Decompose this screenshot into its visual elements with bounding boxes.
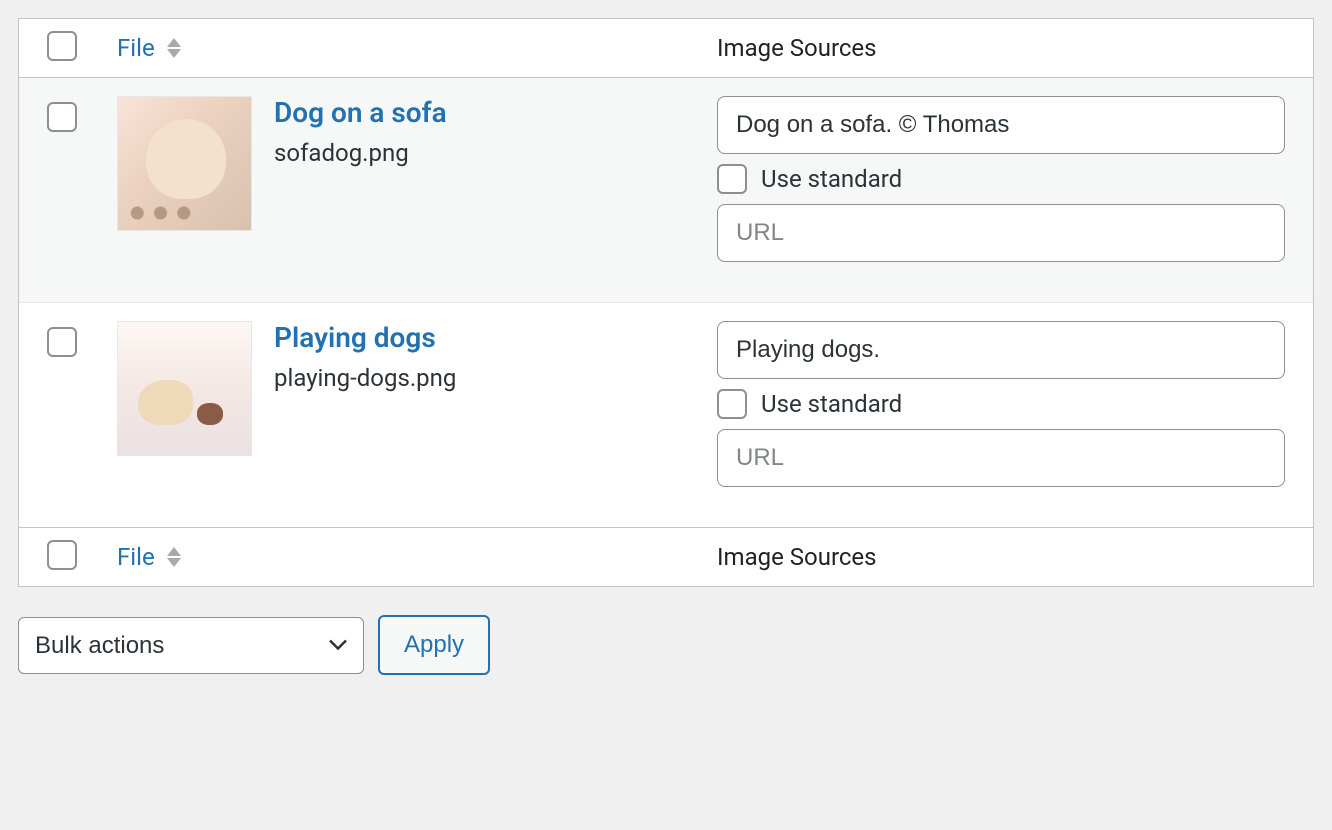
row-file-cell: Dog on a sofa sofadog.png [117, 96, 717, 231]
row-checkbox-cell [47, 321, 117, 361]
bulk-action-select-wrap: Bulk actions [18, 617, 364, 674]
table-body: Dog on a sofa sofadog.png Use standard [19, 78, 1313, 527]
select-all-checkbox[interactable] [47, 31, 77, 61]
source-text-input[interactable] [717, 321, 1285, 379]
media-sources-table: File Image Sources Dog on a sofa sofadog… [18, 18, 1314, 587]
file-column-label: File [117, 34, 155, 62]
file-info: Dog on a sofa sofadog.png [274, 96, 447, 167]
use-standard-row: Use standard [717, 389, 1285, 419]
table-row: Dog on a sofa sofadog.png Use standard [19, 78, 1313, 303]
media-filename: sofadog.png [274, 139, 447, 167]
apply-button[interactable]: Apply [378, 615, 490, 675]
table-footer-row: File Image Sources [19, 527, 1313, 586]
sort-icon [167, 547, 181, 567]
table-header-row: File Image Sources [19, 19, 1313, 78]
media-title-link[interactable]: Dog on a sofa [274, 96, 447, 129]
sources-column-header: Image Sources [717, 34, 1285, 62]
source-url-input[interactable] [717, 204, 1285, 262]
row-sources-cell: Use standard [717, 96, 1285, 262]
file-column-header[interactable]: File [117, 34, 717, 62]
use-standard-label: Use standard [761, 165, 902, 193]
source-url-input[interactable] [717, 429, 1285, 487]
file-info: Playing dogs playing-dogs.png [274, 321, 456, 392]
select-all-checkbox-footer[interactable] [47, 540, 77, 570]
bulk-actions-bar: Bulk actions Apply [18, 615, 1314, 675]
media-thumbnail[interactable] [117, 321, 252, 456]
table-row: Playing dogs playing-dogs.png Use standa… [19, 303, 1313, 527]
sources-column-footer: Image Sources [717, 543, 1285, 571]
row-sources-cell: Use standard [717, 321, 1285, 487]
source-text-input[interactable] [717, 96, 1285, 154]
bulk-action-select[interactable]: Bulk actions [18, 617, 364, 674]
select-all-cell [47, 31, 117, 65]
media-title-link[interactable]: Playing dogs [274, 321, 456, 354]
row-select-checkbox[interactable] [47, 327, 77, 357]
media-thumbnail[interactable] [117, 96, 252, 231]
row-select-checkbox[interactable] [47, 102, 77, 132]
file-column-label-footer: File [117, 543, 155, 571]
select-all-cell-footer [47, 540, 117, 574]
file-column-footer[interactable]: File [117, 543, 717, 571]
row-file-cell: Playing dogs playing-dogs.png [117, 321, 717, 456]
sources-column-label-footer: Image Sources [717, 543, 877, 571]
use-standard-checkbox[interactable] [717, 389, 747, 419]
sort-icon [167, 38, 181, 58]
use-standard-row: Use standard [717, 164, 1285, 194]
use-standard-checkbox[interactable] [717, 164, 747, 194]
media-filename: playing-dogs.png [274, 364, 456, 392]
sources-column-label: Image Sources [717, 34, 877, 62]
use-standard-label: Use standard [761, 390, 902, 418]
row-checkbox-cell [47, 96, 117, 136]
